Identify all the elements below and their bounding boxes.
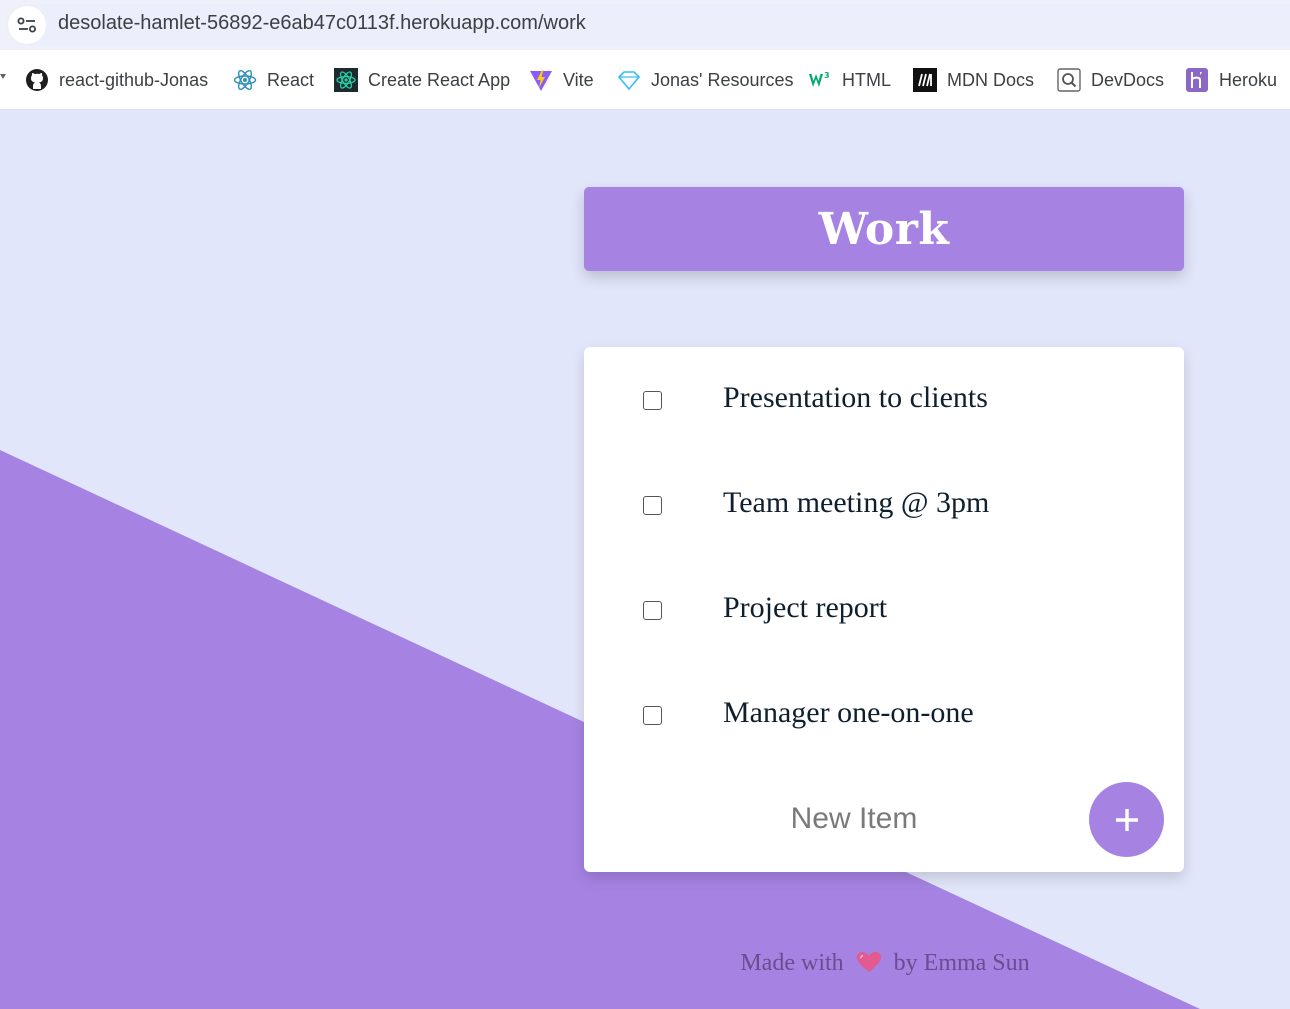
bookmark-react-github-jonas[interactable]: react-github-Jonas: [25, 67, 208, 93]
github-icon: [25, 68, 49, 92]
vite-icon: [529, 68, 553, 92]
devdocs-icon: [1057, 68, 1081, 92]
w3schools-icon: 3: [808, 68, 832, 92]
bookmark-devdocs[interactable]: DevDocs: [1057, 67, 1164, 93]
footer-prefix: Made with: [740, 950, 844, 976]
heroku-icon: [1185, 68, 1209, 92]
item-text: Project report: [723, 591, 888, 624]
item-checkbox[interactable]: [643, 391, 662, 410]
plus-icon: [1115, 808, 1138, 831]
footer: Made with by Emma Sun: [700, 950, 1070, 980]
page-viewport: Work Presentation to clients Team meetin…: [0, 111, 1290, 1009]
bookmark-label: React: [267, 69, 315, 90]
bookmark-label: Jonas' Resources: [651, 69, 794, 90]
react-icon: [233, 68, 257, 92]
footer-suffix: by Emma Sun: [893, 950, 1030, 976]
list-item: Presentation to clients: [584, 347, 1184, 452]
diamond-icon: [617, 68, 641, 92]
site-info-icon[interactable]: [8, 6, 46, 44]
new-item-input[interactable]: New Item: [724, 802, 984, 836]
page-title: Work: [818, 203, 950, 255]
list-item: Team meeting @ 3pm: [584, 452, 1184, 557]
bookmark-create-react-app[interactable]: Create React App: [334, 67, 510, 93]
bookmark-label: Vite: [563, 69, 594, 90]
todo-card: Presentation to clients Team meeting @ 3…: [584, 347, 1184, 872]
bookmark-jonas-resources[interactable]: Jonas' Resources: [617, 67, 794, 93]
item-text: Presentation to clients: [723, 381, 988, 414]
item-text: Manager one-on-one: [723, 696, 974, 729]
bookmark-label: Create React App: [368, 69, 511, 90]
item-text: Team meeting @ 3pm: [723, 486, 990, 519]
add-item-button[interactable]: [1089, 782, 1164, 857]
bookmark-label: MDN Docs: [947, 69, 1035, 90]
bookmark-html[interactable]: 3 HTML: [808, 67, 891, 93]
bookmarks-bar: react-github-Jonas React Create React Ap…: [0, 50, 1290, 110]
item-checkbox[interactable]: [643, 496, 662, 515]
heart-icon: [856, 951, 882, 980]
list-title-box: Work: [584, 187, 1184, 271]
bookmark-label: HTML: [842, 69, 891, 90]
chevron-down-icon[interactable]: [0, 74, 6, 79]
address-bar: desolate-hamlet-56892-e6ab47c0113f.herok…: [0, 0, 1290, 50]
bookmark-vite[interactable]: Vite: [529, 67, 594, 93]
list-item: Project report: [584, 557, 1184, 662]
item-checkbox[interactable]: [643, 706, 662, 725]
create-react-app-icon: [334, 68, 358, 92]
bookmark-label: react-github-Jonas: [59, 69, 209, 90]
url-text[interactable]: desolate-hamlet-56892-e6ab47c0113f.herok…: [58, 12, 586, 35]
mdn-icon: [913, 68, 937, 92]
bookmark-label: DevDocs: [1091, 69, 1165, 90]
bookmark-label: Heroku: [1219, 69, 1278, 90]
svg-text:3: 3: [824, 71, 830, 80]
item-checkbox[interactable]: [643, 601, 662, 620]
list-item: Manager one-on-one: [584, 662, 1184, 767]
bookmark-react[interactable]: React: [233, 67, 314, 93]
bookmark-heroku[interactable]: Heroku: [1185, 67, 1277, 93]
bookmark-mdn-docs[interactable]: MDN Docs: [913, 67, 1034, 93]
